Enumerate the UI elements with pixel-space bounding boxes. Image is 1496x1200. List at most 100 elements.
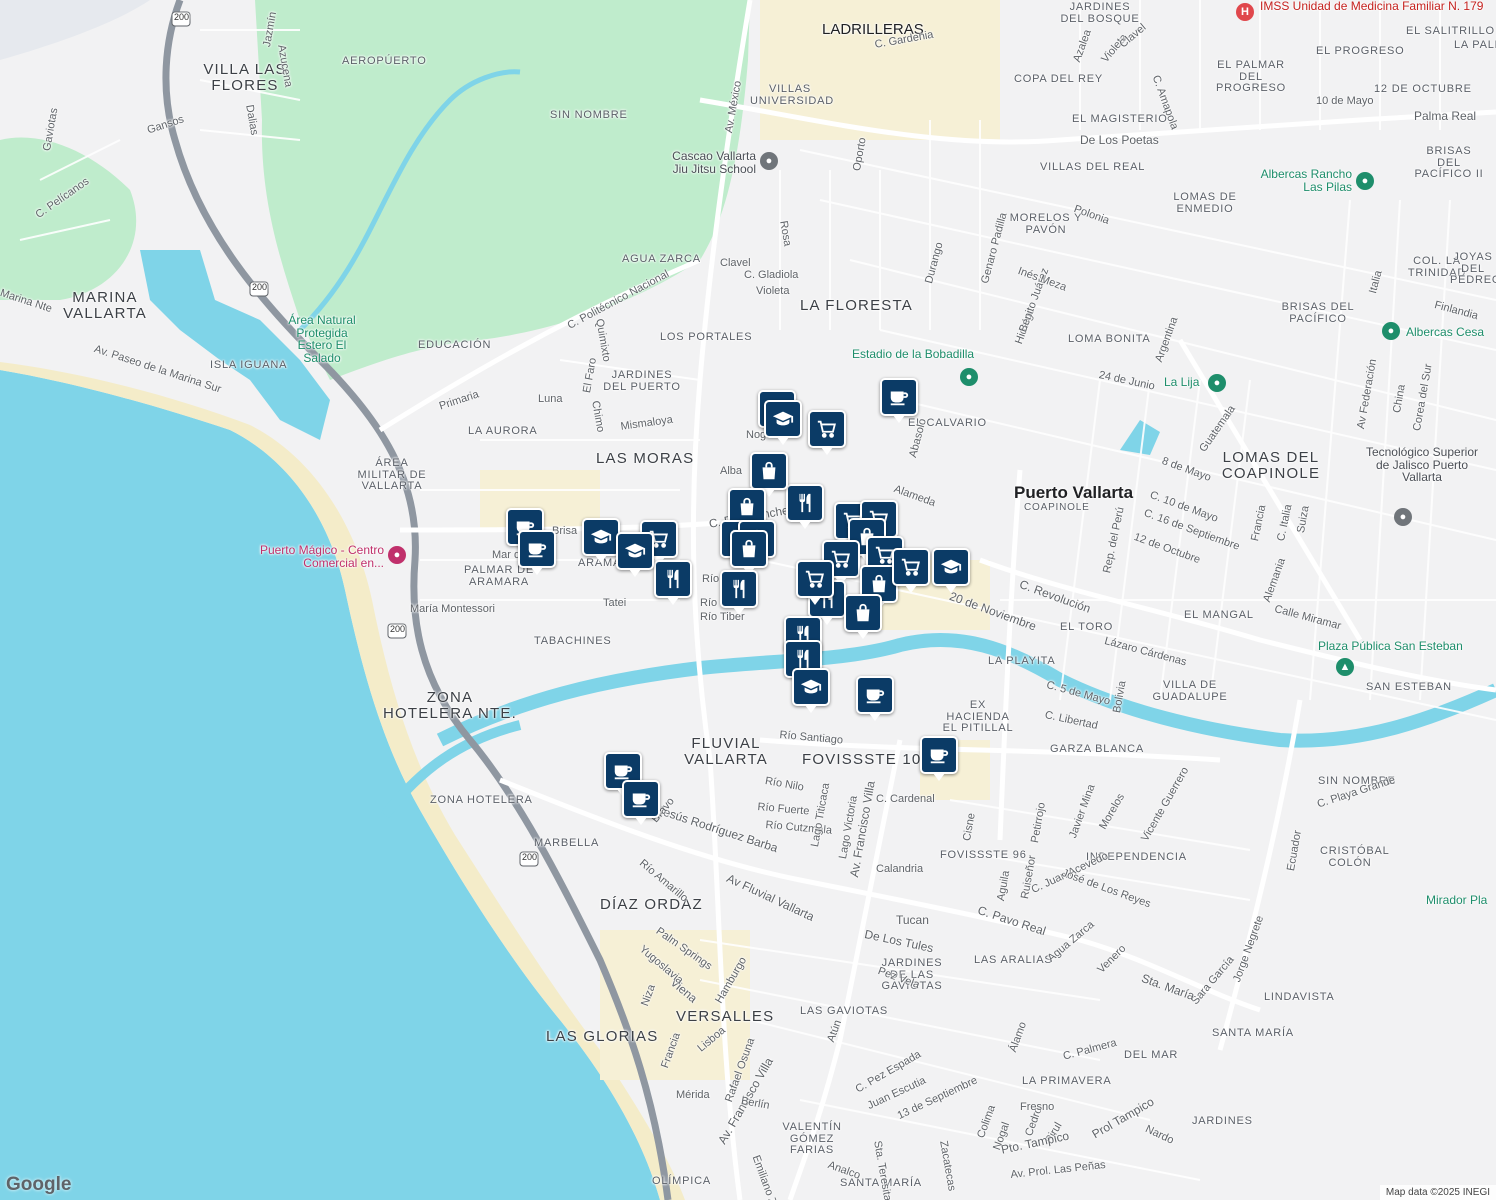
hospital-icon[interactable]: H <box>1236 3 1254 21</box>
map-canvas[interactable]: 200 200 200 200 Puerto Vallarta VILLA LA… <box>0 0 1496 1200</box>
neighborhood-label: EL MANGAL <box>1184 609 1254 621</box>
pool-icon[interactable]: ● <box>1208 374 1226 392</box>
street-label: Palma Real <box>1414 109 1477 123</box>
marker-bag-icon[interactable] <box>730 530 768 575</box>
marker-cafe-icon[interactable] <box>518 530 556 575</box>
neighborhood-label: EL PALMAR DEL PROGRESO <box>1216 59 1286 95</box>
neighborhood-label: VILLAS DEL REAL <box>1040 161 1146 173</box>
marker-cart-icon[interactable] <box>808 410 846 455</box>
marker-school-icon[interactable] <box>582 518 620 563</box>
marker-cart-icon[interactable] <box>892 548 930 593</box>
neighborhood-label: COPA DEL REY <box>1014 73 1104 85</box>
marker-cafe-icon[interactable] <box>622 780 660 825</box>
neighborhood-label: MARBELLA <box>534 837 600 849</box>
neighborhood-label: LA PALMA <box>1454 39 1496 51</box>
neighborhood-label: VILLA DE GUADALUPE <box>1152 679 1228 703</box>
highway-shield-label: 200 <box>174 12 190 22</box>
neighborhood-label: VILLA LAS FLORES <box>203 61 287 94</box>
neighborhood-label: COAPINOLE <box>1024 502 1090 513</box>
city-label: Puerto Vallarta <box>1014 483 1134 502</box>
neighborhood-label: DEL MAR <box>1124 1049 1179 1061</box>
poi-label-la-lija[interactable]: La Lija <box>1164 376 1199 389</box>
poi-label-estadio[interactable]: Estadio de la Bobadilla <box>852 348 974 361</box>
neighborhood-label: FOVISSSTE 96 <box>940 849 1027 861</box>
park-icon[interactable]: ▲ <box>1336 658 1354 676</box>
marker-bag-icon[interactable] <box>750 452 788 497</box>
neighborhood-label: LOMAS DEL COAPINOLE <box>1221 449 1321 482</box>
neighborhood-label: BRISAS DEL PACÍFICO <box>1281 301 1355 325</box>
google-logo: Google <box>6 1174 72 1195</box>
marker-cafe-icon[interactable] <box>856 676 894 721</box>
neighborhood-label: 12 DE OCTUBRE <box>1374 83 1472 95</box>
neighborhood-label: EL TORO <box>1060 621 1114 633</box>
neighborhood-label: EDUCACIÓN <box>418 339 492 351</box>
street-label: De Los Poetas <box>1080 133 1159 147</box>
street-label: 10 de Mayo <box>1316 95 1374 107</box>
neighborhood-label: SANTA MARÍA <box>1212 1027 1294 1039</box>
marker-school-icon[interactable] <box>764 400 802 445</box>
marker-cafe-icon[interactable] <box>920 736 958 781</box>
street-label: C. Gladiola <box>744 269 799 281</box>
neighborhood-label: LAS MORAS <box>596 450 695 467</box>
school-icon[interactable]: ● <box>1394 508 1412 526</box>
poi-label-puerto-magico[interactable]: Puerto Mágico - Centro Comercial en... <box>244 544 384 569</box>
pool-icon[interactable]: ● <box>1356 172 1374 190</box>
neighborhood-label: LA FLORESTA <box>800 297 913 314</box>
neighborhood-label: LINDAVISTA <box>1264 991 1335 1003</box>
neighborhood-label: ISLA IGUANA <box>210 359 288 371</box>
marker-restaurant-icon[interactable] <box>720 570 758 615</box>
marker-school-icon[interactable] <box>932 548 970 593</box>
neighborhood-label: AEROPÚERTO <box>342 55 427 67</box>
neighborhood-label: VILLAS UNIVERSIDAD <box>750 83 834 107</box>
poi-label-estero[interactable]: Área Natural Protegida Estero El Salado <box>282 314 362 364</box>
neighborhood-label: OLÍMPICA <box>652 1175 711 1187</box>
neighborhood-label: LA PLAYITA <box>988 655 1056 667</box>
highway-shield-label: 200 <box>252 282 268 292</box>
street-label: Clavel <box>720 257 751 269</box>
marker-bag-icon[interactable] <box>844 594 882 639</box>
neighborhood-label: JARDINES DEL BOSQUE <box>1060 1 1140 25</box>
poi-label-tecnologico[interactable]: Tecnológico Superior de Jalisco Puerto V… <box>1362 446 1482 484</box>
neighborhood-label: FOVISSSTE 100 <box>802 751 931 768</box>
street-label: Luna <box>538 393 563 405</box>
pool-icon[interactable]: ● <box>1382 322 1400 340</box>
neighborhood-label: CRISTÓBAL COLÓN <box>1320 845 1390 869</box>
neighborhood-label: FLUVIAL VALLARTA <box>684 735 768 768</box>
neighborhood-label: LOS PORTALES <box>660 331 753 343</box>
street-label: Tatei <box>603 597 627 609</box>
marker-restaurant-icon[interactable] <box>654 560 692 605</box>
street-label: Mérida <box>676 1089 710 1101</box>
poi-label-cascao[interactable]: Cascao Vallarta Jiu Jitsu School <box>654 150 756 175</box>
poi-label-san-esteban[interactable]: Plaza Pública San Esteban <box>1318 640 1463 653</box>
marker-school-icon[interactable] <box>616 532 654 577</box>
street-label: Fresno <box>1020 1101 1055 1113</box>
neighborhood-label: LOMAS DE ENMEDIO <box>1173 191 1237 215</box>
neighborhood-label: JARDINES DEL PUERTO <box>603 369 681 393</box>
marker-school-icon[interactable] <box>792 668 830 713</box>
shopping-icon[interactable]: ● <box>388 546 406 564</box>
poi-label-imss[interactable]: IMSS Unidad de Medicina Familiar N. 179 <box>1260 0 1483 13</box>
poi-label-albercas-pilas[interactable]: Albercas Rancho Las Pilas <box>1242 168 1352 193</box>
neighborhood-label: EL MAGISTERIO <box>1072 113 1168 125</box>
street-label: Calandria <box>876 863 924 875</box>
poi-label-area-militar: Área Militar de Vallarta <box>357 457 427 493</box>
neighborhood-label: TABACHINES <box>534 635 612 647</box>
neighborhood-label: VERSALLES <box>676 1008 775 1025</box>
neighborhood-label: BRISAS DEL PACÍFICO II <box>1414 145 1484 181</box>
street-label: Tucan <box>896 913 929 927</box>
street-label: C. Cardenal <box>876 793 935 805</box>
marker-cafe-icon[interactable] <box>880 378 918 423</box>
neighborhood-label: LA AURORA <box>468 425 538 437</box>
stadium-icon[interactable]: ● <box>960 368 978 386</box>
street-label: Río <box>702 573 720 585</box>
gym-icon[interactable]: ● <box>760 152 778 170</box>
neighborhood-label: JOYAS DEL PEDREGAL <box>1450 251 1496 287</box>
neighborhood-label: ZONA HOTELERA NTE. <box>383 689 517 722</box>
marker-cart-icon[interactable] <box>796 560 834 605</box>
map-attribution[interactable]: Map data ©2025 INEGI <box>1379 1185 1496 1200</box>
poi-label-albercas-cesa[interactable]: Albercas Cesa <box>1406 326 1484 339</box>
marker-restaurant-icon[interactable] <box>786 484 824 529</box>
street-label: Agua Zarca <box>622 253 701 265</box>
poi-label-mirador[interactable]: Mirador Pla <box>1426 894 1487 907</box>
street-label: Alba <box>720 465 743 477</box>
